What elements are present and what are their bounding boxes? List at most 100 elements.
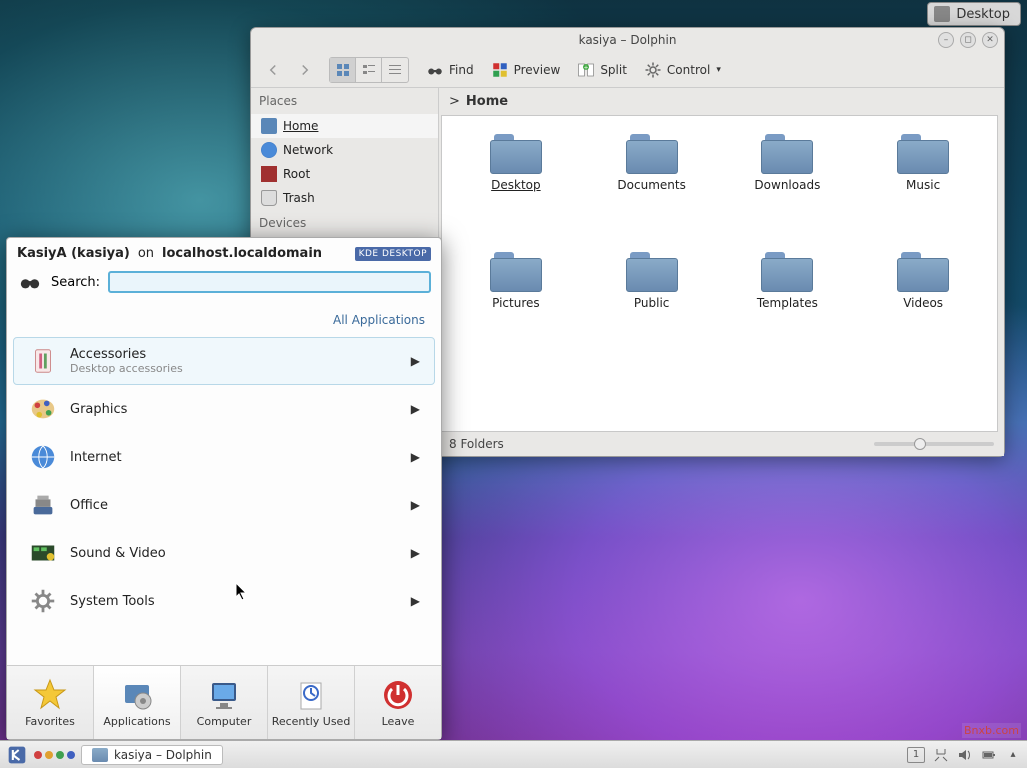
find-button[interactable]: Find (419, 56, 480, 84)
view-mode-group (329, 57, 409, 83)
star-icon (32, 677, 68, 713)
folder-label: Pictures (492, 296, 540, 310)
tab-favorites[interactable]: Favorites (7, 666, 94, 739)
computer-icon (206, 677, 242, 713)
binoculars-icon (425, 60, 445, 80)
compact-view-button[interactable] (356, 58, 382, 82)
keyboard-layout-indicator[interactable]: 1 (907, 747, 925, 763)
split-icon: + (576, 60, 596, 80)
tab-computer[interactable]: Computer (181, 666, 268, 739)
places-header: Places (251, 88, 438, 114)
multimedia-icon (28, 538, 58, 568)
tab-label: Applications (103, 715, 170, 728)
folder-pictures[interactable]: Pictures (452, 252, 580, 362)
dolphin-titlebar[interactable]: kasiya – Dolphin – ◻ ✕ (251, 28, 1004, 52)
desktop-folder-widget[interactable]: Desktop (927, 2, 1021, 26)
details-view-button[interactable] (382, 58, 408, 82)
tab-label: Computer (197, 715, 252, 728)
folder-icon (261, 118, 277, 134)
category-graphics[interactable]: Graphics▶ (13, 385, 435, 433)
zoom-slider[interactable] (514, 442, 994, 446)
category-label: Graphics (70, 402, 399, 417)
places-label: Network (283, 143, 333, 157)
chevron-right-icon: ▶ (411, 450, 420, 464)
places-label: Root (283, 167, 310, 181)
folder-label: Templates (757, 296, 818, 310)
breadcrumb[interactable]: > Home (439, 88, 1004, 115)
category-label: Accessories (70, 347, 399, 362)
dolphin-title: kasiya – Dolphin (579, 33, 677, 47)
forward-button[interactable] (291, 56, 319, 84)
internet-icon (28, 442, 58, 472)
category-multimedia[interactable]: Sound & Video▶ (13, 529, 435, 577)
tray-expand-icon[interactable]: ▴ (1005, 747, 1021, 763)
folder-label: Videos (903, 296, 943, 310)
task-dolphin[interactable]: kasiya – Dolphin (81, 745, 223, 765)
tab-label: Leave (382, 715, 415, 728)
icons-view-button[interactable] (330, 58, 356, 82)
all-applications-link[interactable]: All Applications (7, 303, 441, 337)
maximize-button[interactable]: ◻ (960, 32, 976, 48)
places-label: Home (283, 119, 318, 133)
places-item-home[interactable]: Home (251, 114, 438, 138)
chevron-right-icon: ▶ (411, 498, 420, 512)
battery-tray-icon[interactable] (981, 747, 997, 763)
folder-icon (897, 134, 949, 174)
folder-label: Downloads (754, 178, 820, 192)
folder-icon (626, 134, 678, 174)
system-tray: 1 ▴ (907, 747, 1021, 763)
watermark: Bnxb.com (962, 723, 1021, 738)
tab-leave[interactable]: Leave (355, 666, 441, 739)
office-icon (28, 490, 58, 520)
folder-public[interactable]: Public (588, 252, 716, 362)
kickoff-tabs: Favorites Applications Computer Recently Us… (7, 665, 441, 739)
file-view[interactable]: DesktopDocuments Downloads Music Pictures Pu… (441, 115, 998, 432)
chevron-down-icon: ▾ (716, 65, 721, 75)
folder-label: Public (634, 296, 670, 310)
kickoff-menu: KasiyA (kasiya) on localhost.localdomain… (6, 237, 442, 740)
split-button[interactable]: + Split (570, 56, 633, 84)
tab-applications[interactable]: Applications (94, 666, 181, 739)
close-button[interactable]: ✕ (982, 32, 998, 48)
folder-music[interactable]: Music (859, 134, 987, 244)
recent-icon (293, 677, 329, 713)
leave-icon (380, 677, 416, 713)
folder-templates[interactable]: Templates (724, 252, 852, 362)
binoculars-icon (17, 271, 43, 293)
places-item-trash[interactable]: Trash (251, 186, 438, 210)
search-input[interactable] (108, 271, 431, 293)
kickoff-launcher-button[interactable] (6, 744, 28, 766)
gear-icon (643, 60, 663, 80)
places-item-network[interactable]: Network (251, 138, 438, 162)
category-office[interactable]: Office▶ (13, 481, 435, 529)
main-pane: > Home DesktopDocuments Downloads Music Pic… (439, 88, 1004, 456)
devices-header: Devices (251, 210, 438, 236)
preview-button[interactable]: Preview (484, 56, 567, 84)
tab-recently-used[interactable]: Recently Used (268, 666, 355, 739)
control-button[interactable]: Control ▾ (637, 56, 727, 84)
clipboard-tray-icon[interactable] (933, 747, 949, 763)
minimize-button[interactable]: – (938, 32, 954, 48)
category-system[interactable]: System Tools▶ (13, 577, 435, 625)
pager[interactable] (34, 751, 75, 759)
category-accessories[interactable]: AccessoriesDesktop accessories▶ (13, 337, 435, 385)
folder-videos[interactable]: Videos (859, 252, 987, 362)
folder-icon (490, 252, 542, 292)
kde-badge: KDE DESKTOP (355, 247, 431, 261)
root-icon (261, 166, 277, 182)
folder-label: Music (906, 178, 940, 192)
folder-icon (897, 252, 949, 292)
folder-desktop[interactable]: Desktop (452, 134, 580, 244)
folder-icon (761, 134, 813, 174)
folder-icon (761, 252, 813, 292)
chevron-right-icon: ▶ (411, 546, 420, 560)
folder-downloads[interactable]: Downloads (724, 134, 852, 244)
back-button[interactable] (259, 56, 287, 84)
folder-documents[interactable]: Documents (588, 134, 716, 244)
breadcrumb-home[interactable]: Home (466, 94, 508, 109)
kickoff-header: KasiyA (kasiya) on localhost.localdomain… (7, 238, 441, 267)
volume-tray-icon[interactable] (957, 747, 973, 763)
places-item-root[interactable]: Root (251, 162, 438, 186)
user-display: KasiyA (kasiya) (17, 246, 130, 261)
category-internet[interactable]: Internet▶ (13, 433, 435, 481)
